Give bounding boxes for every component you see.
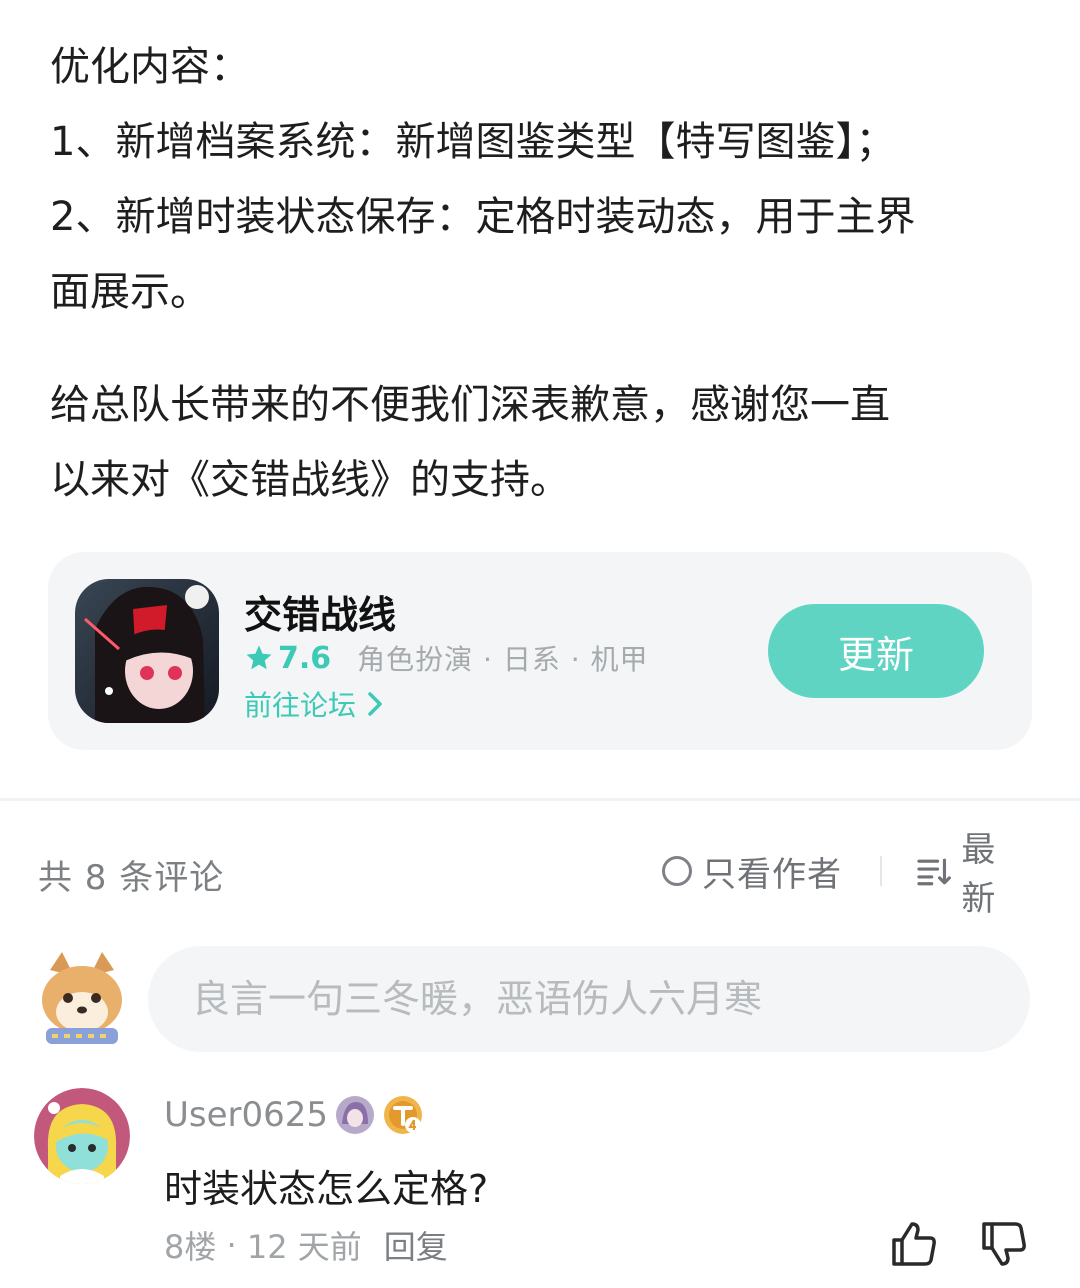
chevron-right-icon — [368, 692, 382, 716]
comment-time: 12 天前 — [246, 1228, 362, 1266]
forum-link[interactable]: 前往论坛 — [244, 684, 384, 724]
thumb-down-icon[interactable] — [978, 1218, 1030, 1270]
app-rating: 7.6 — [278, 640, 332, 676]
comment-text: 时装状态怎么定格? — [164, 1167, 489, 1211]
star-icon — [246, 645, 272, 670]
article-line: 优化内容： — [50, 44, 250, 90]
character-badge-icon — [336, 1096, 375, 1134]
article-line: 给总队长带来的不便我们深表歉意，感谢您一直 — [50, 382, 890, 428]
thumb-up-icon[interactable] — [888, 1218, 940, 1270]
author-only-toggle[interactable]: 只看作者 — [662, 848, 842, 895]
comment-avatar[interactable] — [34, 1088, 130, 1184]
comment-input[interactable] — [148, 946, 1030, 1052]
article-line: 以来对《交错战线》的支持。 — [50, 457, 570, 503]
app-icon[interactable] — [75, 579, 219, 723]
header-separator — [880, 856, 882, 886]
article-line: 面展示。 — [50, 269, 210, 315]
comment-username[interactable]: User0625 — [164, 1095, 328, 1135]
app-name[interactable]: 交错战线 — [244, 584, 396, 639]
forum-link-label: 前往论坛 — [244, 689, 357, 722]
avatar[interactable] — [36, 950, 128, 1048]
radio-circle-icon — [662, 856, 692, 886]
sort-label: 最新 — [961, 830, 997, 919]
author-only-label: 只看作者 — [702, 854, 842, 895]
sort-lines-icon — [917, 858, 951, 886]
sort-toggle[interactable]: 最新 — [916, 830, 1030, 919]
comment-meta: 8楼 · 12 天前 回复 — [164, 1222, 448, 1268]
level-badge-icon — [384, 1096, 423, 1134]
app-card[interactable]: 交错战线 7.6 角色扮演 · 日系 · 机甲 前往论坛 更新 — [48, 552, 1032, 750]
meta-dot: · — [216, 1226, 247, 1264]
comment-floor: 8楼 — [164, 1228, 217, 1266]
article-line: 1、新增档案系统：新增图鉴类型【特写图鉴】； — [50, 119, 896, 165]
comments-header: 共 8 条评论 只看作者 最新 — [38, 830, 1030, 919]
article-body: 优化内容： 1、新增档案系统：新增图鉴类型【特写图鉴】； 2、新增时装状态保存：… — [50, 30, 1040, 518]
section-divider — [0, 798, 1080, 801]
reply-button[interactable]: 回复 — [384, 1222, 448, 1268]
comment-count: 共 8 条评论 — [38, 858, 225, 898]
app-meta: 7.6 角色扮演 · 日系 · 机甲 — [244, 638, 649, 678]
article-line: 2、新增时装状态保存：定格时装动态，用于主界 — [50, 194, 916, 240]
comment-user[interactable]: User0625 — [164, 1090, 424, 1140]
app-tags: 角色扮演 · 日系 · 机甲 — [357, 643, 649, 676]
update-button[interactable]: 更新 — [768, 604, 984, 698]
